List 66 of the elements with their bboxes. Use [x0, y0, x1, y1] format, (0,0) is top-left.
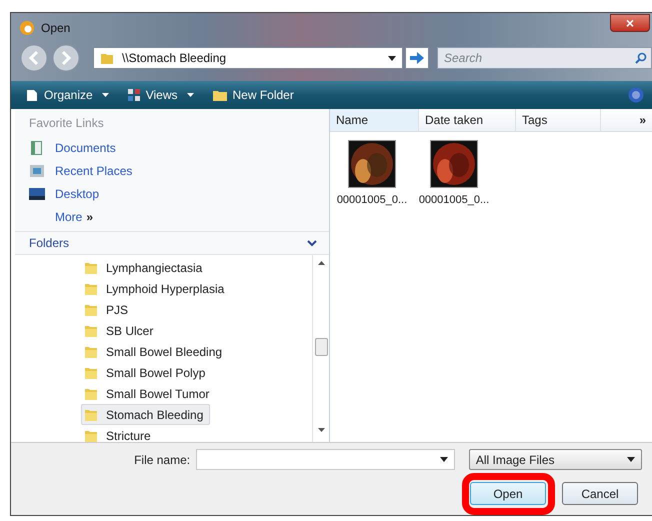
documents-icon [29, 140, 45, 156]
folder-icon [100, 51, 114, 65]
folder-item[interactable]: Small Bowel Polyp [81, 362, 212, 383]
scrollbar[interactable] [312, 255, 329, 442]
folder-icon [84, 324, 98, 338]
toolbar-button[interactable]: Views [120, 86, 200, 104]
caret-icon [186, 93, 194, 97]
folder-icon [212, 88, 228, 102]
scroll-down-icon[interactable] [318, 428, 324, 432]
desktop-icon [29, 186, 45, 202]
views-icon [126, 88, 141, 102]
search-icon [635, 52, 647, 64]
forward-icon[interactable] [51, 43, 81, 73]
more-columns-button[interactable]: » [601, 109, 652, 131]
column-header[interactable]: Date taken [419, 109, 516, 131]
file-type-dropdown[interactable]: All Image Files [468, 449, 642, 470]
window-title: Open [41, 21, 70, 35]
file-name-field[interactable] [196, 449, 455, 470]
app-icon [19, 20, 35, 36]
dropdown-icon [627, 457, 635, 462]
folder-item[interactable]: PJS [81, 299, 136, 320]
folder-icon [84, 408, 98, 422]
folder-icon [84, 366, 98, 380]
go-button[interactable] [405, 47, 429, 69]
file-name-label: File name: [133, 452, 192, 466]
folder-icon [84, 302, 98, 316]
folder-icon [84, 344, 98, 358]
caret-icon [102, 93, 109, 97]
folder-icon [84, 282, 98, 296]
recent-places-icon [29, 163, 45, 179]
folder-item[interactable]: Lymphoid Hyperplasia [81, 278, 232, 299]
favorite-link[interactable]: Documents [55, 141, 116, 155]
address-field[interactable]: \\Stomach Bleeding [93, 47, 403, 69]
dropdown-icon[interactable] [440, 457, 448, 462]
more-mark: » [86, 210, 94, 224]
chevron-icon[interactable] [307, 240, 317, 246]
favorite-link[interactable]: Recent Places [55, 164, 132, 178]
page-icon [25, 88, 39, 102]
file-name[interactable]: 00001005_0... [418, 194, 490, 206]
back-icon[interactable] [19, 43, 49, 73]
folder-item[interactable]: Small Bowel Bleeding [81, 341, 230, 362]
folder-icon [84, 260, 98, 274]
favorite-link[interactable]: Desktop [55, 187, 100, 201]
dialog-button[interactable]: Cancel [562, 482, 638, 505]
file-name[interactable]: 00001005_0... [336, 194, 408, 206]
column-header[interactable]: Tags [516, 109, 601, 131]
folder-item[interactable]: Lymphangiectasia [81, 257, 210, 278]
scroll-thumb[interactable] [314, 338, 328, 356]
help-icon[interactable] [628, 87, 644, 103]
column-header[interactable]: Name [330, 109, 419, 131]
dialog-button[interactable]: Open [470, 482, 546, 505]
folders-header[interactable]: Folders [29, 236, 70, 250]
folder-item[interactable]: Stomach Bleeding [81, 404, 210, 425]
folder-item[interactable]: SB Ulcer [81, 320, 160, 341]
more-link[interactable]: More [55, 210, 82, 224]
section-title: Favorite Links [29, 116, 105, 130]
toolbar-button[interactable]: New Folder [206, 86, 300, 104]
scroll-up-icon[interactable] [318, 261, 324, 265]
folder-item[interactable]: Stricture [81, 425, 158, 442]
toolbar-button[interactable]: Organize [19, 86, 115, 104]
folder-icon [84, 386, 98, 400]
folder-icon [84, 428, 98, 442]
arrow-icon [410, 52, 424, 64]
dropdown-icon[interactable] [388, 56, 396, 60]
folder-item[interactable]: Small Bowel Tumor [81, 383, 216, 404]
close-button[interactable]: × [610, 14, 650, 32]
